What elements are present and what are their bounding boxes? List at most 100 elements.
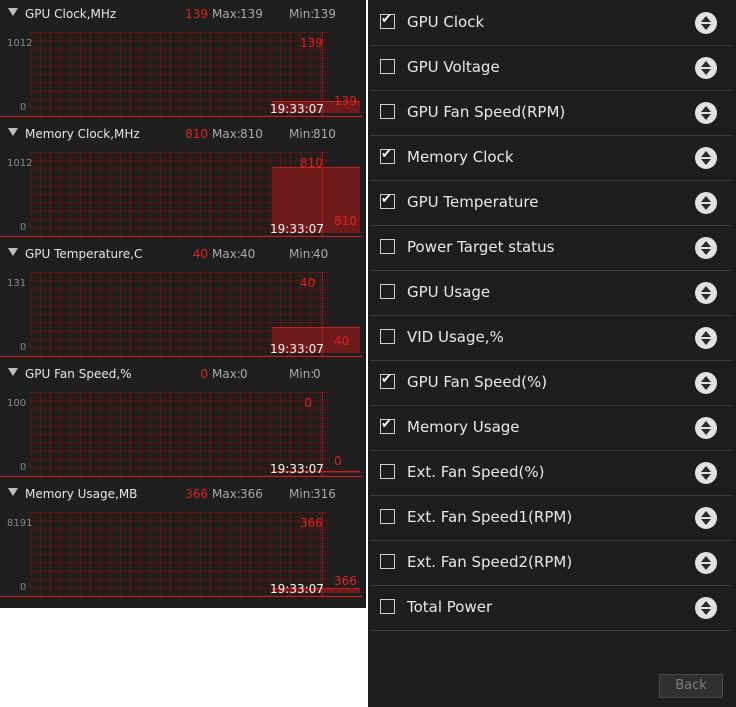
graph-value-edge-label: 810 — [334, 214, 357, 228]
back-button[interactable]: Back — [659, 674, 723, 698]
checkbox[interactable] — [380, 284, 395, 299]
option-row-ext-fan-speed2-rpm[interactable]: Ext. Fan Speed2(RPM) — [370, 540, 732, 586]
graph-time-label: 19:33:07 — [270, 222, 324, 236]
sort-up-down-icon[interactable] — [695, 417, 717, 439]
graph-y-max-label: 100 — [7, 398, 27, 409]
option-row-memory-usage[interactable]: ✔ Memory Usage — [370, 405, 732, 451]
monitor-max-value: 139 — [240, 7, 263, 21]
option-row-gpu-usage[interactable]: GPU Usage — [370, 270, 732, 316]
sort-up-down-icon[interactable] — [695, 237, 717, 259]
monitor-header[interactable]: GPU Clock,MHz 139 Max: 139 Min: 139 — [0, 0, 366, 26]
option-label: GPU Clock — [407, 13, 485, 31]
monitor-gpu-clock: GPU Clock,MHz 139 Max: 139 Min: 139 1012… — [0, 0, 366, 120]
monitor-max-label: Max: — [212, 487, 241, 501]
sort-up-down-icon[interactable] — [695, 57, 717, 79]
collapse-triangle-icon[interactable] — [8, 248, 18, 256]
graph-value-label: 810 — [300, 156, 323, 170]
sort-up-down-icon[interactable] — [695, 147, 717, 169]
collapse-triangle-icon[interactable] — [8, 128, 18, 136]
option-label: Ext. Fan Speed2(RPM) — [407, 553, 573, 571]
collapse-triangle-icon[interactable] — [8, 8, 18, 16]
monitor-max-value: 810 — [240, 127, 263, 141]
monitor-max-label: Max: — [212, 247, 241, 261]
graph-y-max-label: 1012 — [7, 158, 33, 169]
monitor-title: GPU Temperature,C — [25, 247, 143, 261]
option-row-gpu-voltage[interactable]: GPU Voltage — [370, 45, 732, 91]
monitor-current-value: 810 — [185, 127, 208, 141]
checkbox[interactable]: ✔ — [380, 147, 395, 164]
graph-value-label: 0 — [304, 396, 312, 410]
option-row-gpu-fan-speed-rpm[interactable]: GPU Fan Speed(RPM) — [370, 90, 732, 136]
checkbox[interactable] — [380, 329, 395, 344]
sort-up-down-icon[interactable] — [695, 282, 717, 304]
checkbox[interactable] — [380, 59, 395, 74]
checkbox[interactable]: ✔ — [380, 372, 395, 389]
sort-up-down-icon[interactable] — [695, 327, 717, 349]
graph-value-edge-label: 40 — [334, 334, 350, 348]
sort-up-down-icon[interactable] — [695, 552, 717, 574]
option-row-gpu-fan-speed-percent[interactable]: ✔ GPU Fan Speed(%) — [370, 360, 732, 406]
option-row-vid-usage[interactable]: VID Usage,% — [370, 315, 732, 361]
checkmark-icon: ✔ — [381, 12, 392, 27]
sort-up-down-icon[interactable] — [695, 507, 717, 529]
option-row-ext-fan-speed1-rpm[interactable]: Ext. Fan Speed1(RPM) — [370, 495, 732, 541]
option-row-gpu-clock[interactable]: ✔ GPU Clock — [370, 0, 732, 46]
option-row-total-power[interactable]: Total Power — [370, 585, 732, 631]
sort-up-down-icon[interactable] — [695, 102, 717, 124]
checkbox[interactable] — [380, 104, 395, 119]
monitor-title: GPU Fan Speed,% — [25, 367, 132, 381]
monitor-min-label: Min: — [289, 7, 315, 21]
sort-up-down-icon[interactable] — [695, 12, 717, 34]
checkbox[interactable] — [380, 599, 395, 614]
monitor-min-label: Min: — [289, 247, 315, 261]
graph-y-max-label: 1012 — [7, 38, 33, 49]
monitor-min-value: 139 — [313, 7, 336, 21]
checkbox[interactable] — [380, 509, 395, 524]
checkbox[interactable]: ✔ — [380, 417, 395, 434]
graph-y-min-label: 0 — [20, 342, 27, 353]
option-row-ext-fan-speed-percent[interactable]: Ext. Fan Speed(%) — [370, 450, 732, 496]
graph-y-min-label: 0 — [20, 222, 27, 233]
checkbox[interactable] — [380, 464, 395, 479]
graph-value-label: 366 — [300, 516, 323, 530]
option-label: GPU Fan Speed(%) — [407, 373, 548, 391]
collapse-triangle-icon[interactable] — [8, 368, 18, 376]
option-label: GPU Voltage — [407, 58, 500, 76]
sort-up-down-icon[interactable] — [695, 462, 717, 484]
monitor-max-value: 40 — [240, 247, 256, 261]
checkbox[interactable] — [380, 239, 395, 254]
graph-baseline — [0, 116, 362, 117]
monitor-current-value: 366 — [185, 487, 208, 501]
option-label: Ext. Fan Speed1(RPM) — [407, 508, 573, 526]
graph-value-label: 40 — [300, 276, 316, 290]
monitor-title: Memory Clock,MHz — [25, 127, 140, 141]
monitor-current-value: 40 — [192, 247, 208, 261]
sort-up-down-icon[interactable] — [695, 372, 717, 394]
checkbox[interactable]: ✔ — [380, 12, 395, 29]
sort-up-down-icon[interactable] — [695, 192, 717, 214]
checkbox[interactable]: ✔ — [380, 192, 395, 209]
monitor-header[interactable]: Memory Clock,MHz 810 Max: 810 Min: 810 — [0, 120, 366, 146]
option-row-gpu-temperature[interactable]: ✔ GPU Temperature — [370, 180, 732, 226]
checkbox[interactable] — [380, 554, 395, 569]
graph-y-min-label: 0 — [20, 582, 27, 593]
monitor-max-label: Max: — [212, 367, 241, 381]
collapse-triangle-icon[interactable] — [8, 488, 18, 496]
monitor-min-label: Min: — [289, 367, 315, 381]
monitor-current-value: 0 — [200, 367, 208, 381]
option-row-memory-clock[interactable]: ✔ Memory Clock — [370, 135, 732, 181]
monitor-header[interactable]: Memory Usage,MB 366 Max: 366 Min: 316 — [0, 480, 366, 506]
graph-y-max-label: 8191 — [7, 518, 33, 529]
graph-time-label: 19:33:07 — [270, 582, 324, 596]
option-row-power-target-status[interactable]: Power Target status — [370, 225, 732, 271]
graph-time-label: 19:33:07 — [270, 342, 324, 356]
monitor-memory-usage: Memory Usage,MB 366 Max: 366 Min: 316 81… — [0, 480, 366, 600]
graph-value-edge-label: 366 — [334, 574, 357, 588]
sort-up-down-icon[interactable] — [695, 597, 717, 619]
monitor-header[interactable]: GPU Temperature,C 40 Max: 40 Min: 40 — [0, 240, 366, 266]
option-label: Power Target status — [407, 238, 555, 256]
checkmark-icon: ✔ — [381, 417, 392, 432]
monitor-header[interactable]: GPU Fan Speed,% 0 Max: 0 Min: 0 — [0, 360, 366, 386]
monitor-min-value: 40 — [313, 247, 329, 261]
monitor-max-label: Max: — [212, 127, 241, 141]
